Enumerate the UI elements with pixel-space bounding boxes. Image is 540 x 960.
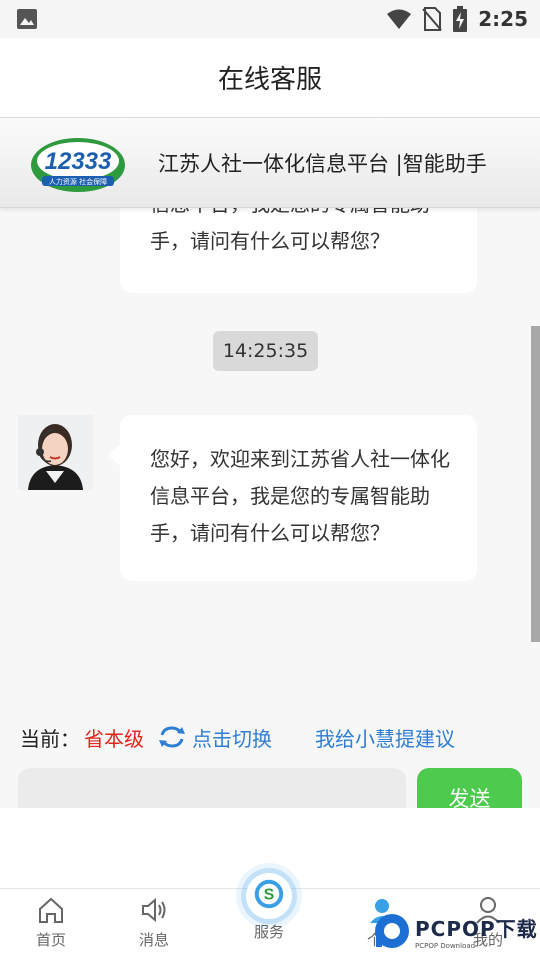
- message-line: 信息平台，我是您的专属智能助: [150, 208, 457, 223]
- no-sim-icon: [422, 7, 443, 31]
- switch-level-button[interactable]: 点击切换: [158, 723, 272, 752]
- message-line: 手，请问有什么可以帮您？: [150, 521, 390, 545]
- current-level-label: 当前：: [20, 726, 80, 751]
- message-line: 手，请问有什么可以帮您？: [150, 229, 390, 253]
- gallery-notification-icon: [17, 9, 37, 29]
- current-level-value: 省本级: [84, 726, 144, 751]
- agent-avatar: [18, 415, 93, 490]
- tab-service-label: 服务: [253, 923, 284, 941]
- message-line: 您好，欢迎来到江苏省人社一体化: [150, 447, 450, 471]
- battery-charging-icon: [453, 6, 468, 32]
- tab-home[interactable]: 首页: [11, 895, 91, 950]
- home-icon: [39, 897, 63, 923]
- speaker-icon: [142, 897, 166, 923]
- service-icon: S: [246, 873, 292, 919]
- status-time: 2:25: [478, 7, 528, 31]
- options-row: 当前： 省本级 点击切换: [20, 722, 272, 752]
- watermark-text: PCPOP下载: [415, 916, 538, 941]
- page-title: 在线客服: [217, 65, 322, 95]
- input-panel: 当前： 省本级 点击切换 我给小慧提建议 发送: [0, 708, 540, 827]
- tab-messages-label: 消息: [138, 931, 169, 949]
- svg-text:S: S: [264, 887, 275, 904]
- tab-service[interactable]: S 服务: [229, 873, 309, 942]
- tab-home-label: 首页: [35, 931, 66, 949]
- watermark-subtext: PCPOP Download: [415, 941, 476, 950]
- svg-text:人力资源 社会保障: 人力资源 社会保障: [49, 177, 107, 186]
- 12333-logo: 12333 人力资源 社会保障: [31, 137, 125, 192]
- watermark: PCPOP下载 PCPOP Download: [373, 912, 538, 950]
- app-header: 在线客服: [0, 38, 540, 118]
- wifi-icon: [387, 9, 412, 29]
- status-bar: 2:25: [0, 0, 540, 38]
- suggestion-link[interactable]: 我给小慧提建议: [315, 722, 455, 752]
- pcpop-logo-icon: [375, 914, 409, 948]
- chat-bubble: 您好，欢迎来到江苏省人社一体化 信息平台，我是您的专属智能助 手，请问有什么可以…: [108, 415, 477, 581]
- platform-banner: 12333 人力资源 社会保障 江苏人社一体化信息平台 |智能助手: [0, 118, 540, 208]
- switch-level-label: 点击切换: [192, 726, 272, 751]
- banner-title: 江苏人社一体化信息平台 |智能助手: [158, 151, 487, 176]
- message-line: 信息平台，我是您的专属智能助: [150, 484, 430, 508]
- message-timestamp: 14:25:35: [213, 331, 318, 371]
- chat-area[interactable]: 信息平台，我是您的专属智能助 手，请问有什么可以帮您？ 14:25:35 您好，…: [0, 208, 540, 708]
- tab-messages[interactable]: 消息: [114, 895, 194, 950]
- svg-text:12333: 12333: [45, 148, 112, 175]
- refresh-icon: [159, 726, 185, 748]
- chat-scrollbar[interactable]: [531, 326, 540, 642]
- chat-bubble: 信息平台，我是您的专属智能助 手，请问有什么可以帮您？: [120, 208, 477, 293]
